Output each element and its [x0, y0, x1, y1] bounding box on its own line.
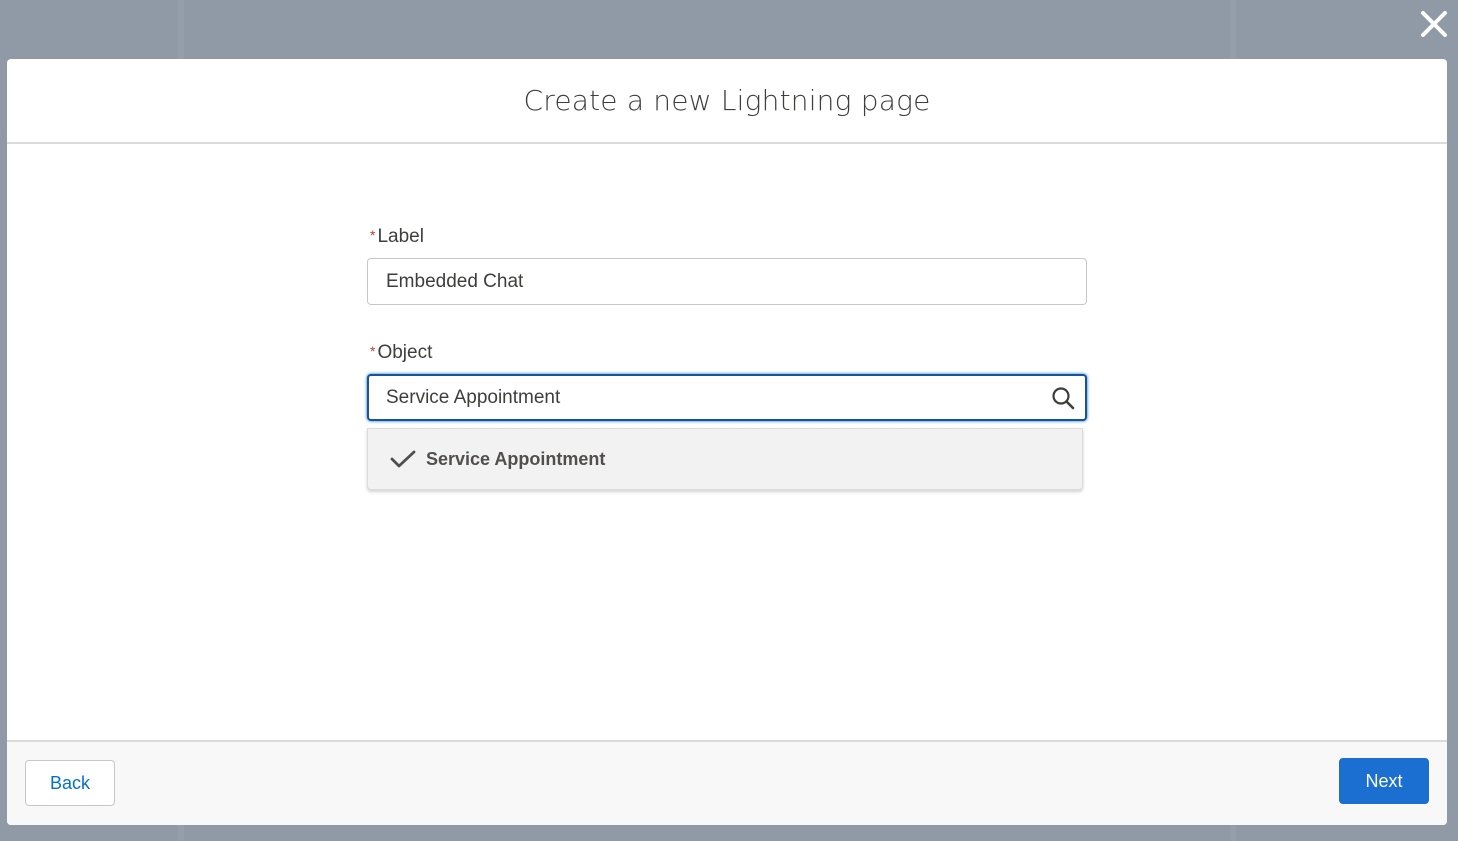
label-field-label-text: Label	[377, 226, 424, 247]
label-input[interactable]: Embedded Chat	[367, 258, 1087, 305]
modal-body: * Label Embedded Chat * Object Service App…	[7, 144, 1447, 738]
object-field-label-text: Object	[377, 342, 433, 363]
object-dropdown-listbox: Service Appointment	[367, 428, 1083, 490]
modal-title: Create a new Lightning page	[523, 84, 931, 117]
modal-header: Create a new Lightning page	[7, 59, 1447, 144]
required-marker: *	[370, 227, 376, 243]
required-marker: *	[370, 343, 376, 359]
object-field-group: * Object Service Appointment Service App…	[367, 340, 1087, 490]
back-button[interactable]: Back	[25, 760, 115, 806]
dropdown-option-label: Service Appointment	[426, 448, 606, 469]
next-button[interactable]: Next	[1339, 758, 1429, 804]
object-search-input[interactable]: Service Appointment	[367, 374, 1087, 421]
label-field-label: * Label	[367, 224, 1087, 250]
label-input-value: Embedded Chat	[386, 270, 524, 292]
close-modal-button[interactable]	[1418, 8, 1450, 40]
modal-footer: Back Next	[7, 740, 1447, 825]
dropdown-option-service-appointment[interactable]: Service Appointment	[368, 429, 1082, 489]
check-icon	[390, 450, 416, 468]
object-combobox: Service Appointment Service Appointment	[367, 374, 1087, 490]
object-field-label: * Object	[367, 340, 1087, 366]
new-page-form: * Label Embedded Chat * Object Service App…	[367, 224, 1087, 490]
close-icon	[1421, 11, 1447, 37]
label-field-group: * Label Embedded Chat	[367, 224, 1087, 305]
search-icon[interactable]	[1051, 386, 1075, 410]
modal-dialog: Create a new Lightning page * Label Embed…	[7, 59, 1447, 825]
object-input-value: Service Appointment	[386, 386, 561, 408]
